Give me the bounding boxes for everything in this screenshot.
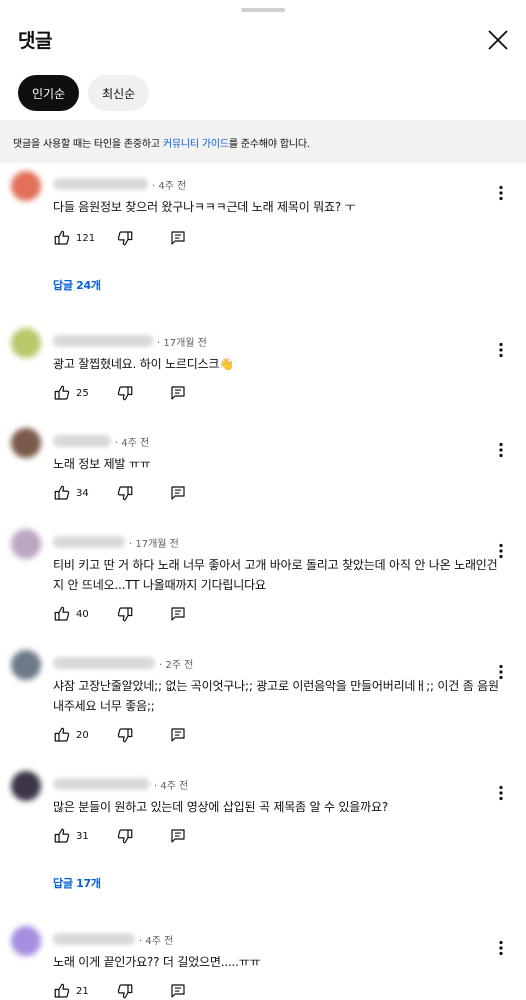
comment-time: · 4주 전 <box>139 935 174 947</box>
comment-actions: 20 <box>53 725 187 745</box>
comment-meta: · 4주 전 <box>53 434 150 449</box>
avatar[interactable] <box>11 529 41 559</box>
view-replies-button[interactable]: 답글 24개 <box>53 277 101 293</box>
like-count: 34 <box>76 487 89 499</box>
avatar[interactable] <box>11 926 41 956</box>
dislike-icon[interactable] <box>116 484 134 502</box>
comments-header: 댓글 <box>0 24 526 60</box>
reply-icon[interactable] <box>169 726 187 744</box>
like-count: 25 <box>76 387 89 399</box>
comment-meta: · 17개월 전 <box>53 334 207 349</box>
comment-meta: · 4주 전 <box>53 932 174 947</box>
comment-meta: · 4주 전 <box>53 177 187 192</box>
dislike-icon[interactable] <box>116 982 134 1000</box>
notice-text-after: 를 준수해야 합니다. <box>228 139 310 150</box>
sort-chips: 인기순 최신순 <box>18 75 150 111</box>
community-notice: 댓글을 사용할 때는 타인을 존중하고 커뮤니티 가이드를 준수해야 합니다. <box>0 120 526 163</box>
like-icon[interactable] <box>53 484 71 502</box>
author-name-redacted[interactable] <box>53 178 148 190</box>
comment-time: · 4주 전 <box>152 180 187 192</box>
comment-meta: · 4주 전 <box>53 777 189 792</box>
author-name-redacted[interactable] <box>53 657 155 669</box>
comment-text: 많은 분들이 원하고 있는데 영상에 삽입된 곡 제목좀 알 수 있을까요? <box>53 800 388 814</box>
avatar[interactable] <box>11 650 41 680</box>
dislike-icon[interactable] <box>116 726 134 744</box>
like-icon[interactable] <box>53 605 71 623</box>
dislike-icon[interactable] <box>116 229 134 247</box>
drag-handle[interactable] <box>241 8 285 12</box>
comment-time: · 17개월 전 <box>129 538 179 550</box>
comment-text: 노래 정보 제발 ㅠㅠ <box>53 457 151 471</box>
comment-actions: 21 <box>53 981 187 1000</box>
comment-meta: · 17개월 전 <box>53 535 179 550</box>
close-icon[interactable] <box>484 26 512 54</box>
page-title: 댓글 <box>18 30 52 52</box>
like-count: 40 <box>76 608 89 620</box>
comment-text: 티비 키고 딴 거 하다 노래 너무 좋아서 고개 바아로 돌리고 찾았는데 아… <box>53 558 498 592</box>
comment-text: 광고 잘찝혔네요. 하이 노르디스크👋 <box>53 357 234 371</box>
avatar[interactable] <box>11 771 41 801</box>
like-icon[interactable] <box>53 384 71 402</box>
comment-meta: · 2주 전 <box>53 656 194 671</box>
comment-actions: 34 <box>53 483 187 503</box>
like-count: 21 <box>76 985 89 997</box>
comment-text: 노래 이게 끝인가요?? 더 길었으면.....ㅠㅠ <box>53 955 261 969</box>
like-count: 31 <box>76 830 89 842</box>
comment-actions: 31 <box>53 826 187 846</box>
like-count: 121 <box>76 232 96 244</box>
reply-icon[interactable] <box>169 484 187 502</box>
comment-actions: 40 <box>53 604 187 624</box>
comment-time: · 4주 전 <box>154 780 189 792</box>
avatar[interactable] <box>11 171 41 201</box>
reply-icon[interactable] <box>169 982 187 1000</box>
comment-actions: 121 <box>53 228 187 248</box>
reply-icon[interactable] <box>169 229 187 247</box>
chip-top[interactable]: 인기순 <box>18 75 80 111</box>
like-icon[interactable] <box>53 827 71 845</box>
notice-text-before: 댓글을 사용할 때는 타인을 존중하고 <box>13 139 163 150</box>
avatar[interactable] <box>11 428 41 458</box>
author-name-redacted[interactable] <box>53 778 150 790</box>
like-icon[interactable] <box>53 726 71 744</box>
reply-icon[interactable] <box>169 605 187 623</box>
dislike-icon[interactable] <box>116 827 134 845</box>
dislike-icon[interactable] <box>116 384 134 402</box>
comment-time: · 2주 전 <box>159 659 194 671</box>
author-name-redacted[interactable] <box>53 435 111 447</box>
like-icon[interactable] <box>53 982 71 1000</box>
comment-time: · 17개월 전 <box>157 337 207 349</box>
author-name-redacted[interactable] <box>53 335 153 347</box>
community-guidelines-link[interactable]: 커뮤니티 가이드 <box>163 139 229 150</box>
reply-icon[interactable] <box>169 384 187 402</box>
comment-text: 샤잠 고장난줄알았네;; 없는 곡이엇구나;; 광고로 이런음악을 만들어버리네… <box>53 679 499 713</box>
like-count: 20 <box>76 729 89 741</box>
comment-actions: 25 <box>53 383 187 403</box>
author-name-redacted[interactable] <box>53 933 135 945</box>
comment-text: 다들 음원정보 찾으러 왔구나ㅋㅋㅋ근데 노래 제목이 뭐죠? ㅜ <box>53 200 356 214</box>
dislike-icon[interactable] <box>116 605 134 623</box>
avatar[interactable] <box>11 328 41 358</box>
chip-newest[interactable]: 최신순 <box>88 75 150 111</box>
comment-time: · 4주 전 <box>115 437 150 449</box>
view-replies-button[interactable]: 답글 17개 <box>53 875 101 891</box>
reply-icon[interactable] <box>169 827 187 845</box>
author-name-redacted[interactable] <box>53 536 125 548</box>
like-icon[interactable] <box>53 229 71 247</box>
